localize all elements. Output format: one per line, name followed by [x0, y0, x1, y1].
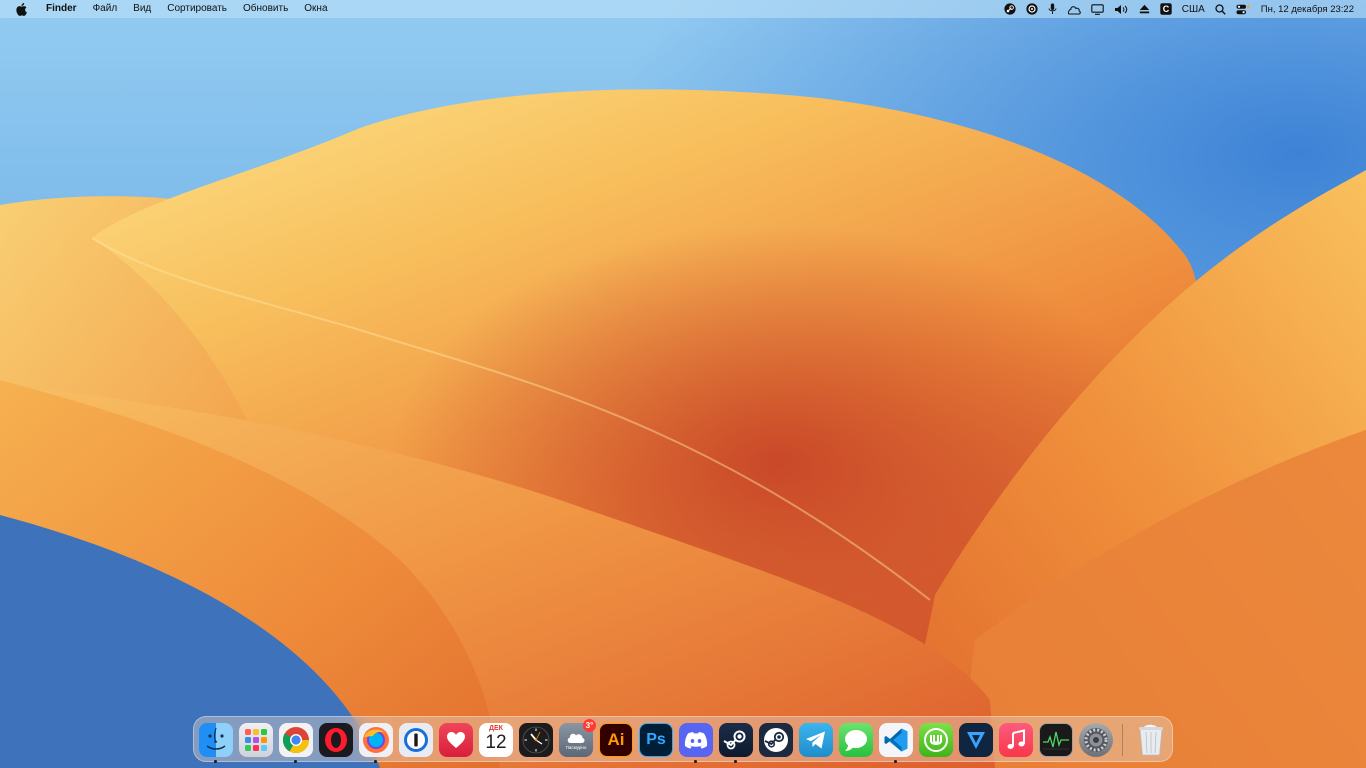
clock-icon	[519, 723, 553, 757]
dock: ДЕК 12 Пасмурно 3° Ai Ps	[193, 716, 1173, 763]
photoshop-icon: Ps	[639, 723, 673, 757]
microphone-icon[interactable]	[1048, 0, 1057, 18]
dock-item-chrome[interactable]	[279, 723, 313, 763]
music-icon	[999, 723, 1033, 757]
control-center-icon[interactable]	[1236, 0, 1250, 18]
dock-item-weather[interactable]: Пасмурно 3°	[559, 719, 596, 757]
dock-item-utorrent[interactable]	[919, 723, 953, 757]
trash-icon	[1134, 723, 1168, 757]
heart-icon	[439, 723, 473, 757]
keyboard-layout-icon[interactable]: C	[1160, 0, 1172, 18]
volume-icon[interactable]	[1114, 0, 1129, 18]
running-indicator	[694, 760, 697, 763]
discord-icon	[679, 723, 713, 757]
running-indicator	[734, 760, 737, 763]
dock-item-steam-link[interactable]	[759, 723, 793, 757]
vscode-icon	[879, 723, 913, 757]
menu-app-finder[interactable]: Finder	[38, 0, 85, 18]
svg-text:C: C	[1162, 4, 1169, 14]
dock-item-messages[interactable]	[839, 723, 873, 757]
dock-item-opera[interactable]	[319, 723, 353, 757]
input-source-label[interactable]: США	[1182, 4, 1205, 15]
dock-item-activity-monitor[interactable]	[1039, 723, 1073, 757]
settings-icon	[1079, 723, 1113, 757]
steam-link-icon	[759, 723, 793, 757]
dock-item-photoshop[interactable]: Ps	[639, 723, 673, 757]
weather-label: Пасмурно	[565, 744, 587, 750]
cloud-drive-icon[interactable]	[1067, 0, 1081, 18]
menu-window[interactable]: Окна	[296, 0, 335, 18]
dock-item-vscode[interactable]	[879, 723, 913, 763]
opera-icon	[319, 723, 353, 757]
dock-item-clock[interactable]	[519, 723, 553, 757]
utorrent-icon	[919, 723, 953, 757]
menu-sort[interactable]: Сортировать	[159, 0, 235, 18]
dock-item-telegram[interactable]	[799, 723, 833, 757]
running-indicator	[374, 760, 377, 763]
dock-item-vpn[interactable]	[959, 723, 993, 757]
photoshop-label: Ps	[646, 731, 666, 748]
menu-bar: Finder Файл Вид Сортировать Обновить Окн…	[0, 0, 1366, 18]
illustrator-label: Ai	[607, 730, 625, 749]
telegram-icon	[799, 723, 833, 757]
menu-bar-clock[interactable]: Пн, 12 декабря 23:22	[1261, 4, 1354, 15]
apple-menu-icon[interactable]	[14, 2, 28, 16]
eject-icon[interactable]	[1139, 0, 1150, 18]
chatgpt-icon[interactable]	[1026, 0, 1038, 18]
dock-item-calendar[interactable]: ДЕК 12	[479, 723, 513, 757]
dock-item-illustrator[interactable]: Ai	[599, 723, 633, 757]
messages-icon	[839, 723, 873, 757]
calendar-day: 12	[485, 732, 507, 753]
illustrator-icon: Ai	[599, 723, 633, 757]
weather-badge: 3°	[583, 719, 596, 732]
finder-icon	[199, 723, 233, 757]
steam-icon[interactable]	[1004, 0, 1016, 18]
menu-bar-left: Finder Файл Вид Сортировать Обновить Окн…	[0, 0, 336, 18]
steam-icon	[719, 723, 753, 757]
dock-item-finder[interactable]	[199, 723, 233, 763]
vpn-icon	[959, 723, 993, 757]
menu-file[interactable]: Файл	[85, 0, 126, 18]
firefox-icon	[359, 723, 393, 757]
running-indicator	[894, 760, 897, 763]
dock-item-firefox[interactable]	[359, 723, 393, 763]
display-icon[interactable]	[1090, 0, 1104, 18]
dock-separator	[1122, 724, 1123, 756]
running-indicator	[214, 760, 217, 763]
dock-item-system-settings[interactable]	[1079, 723, 1113, 757]
dock-item-discord[interactable]	[679, 723, 713, 763]
menu-view[interactable]: Вид	[125, 0, 159, 18]
menu-refresh[interactable]: Обновить	[235, 0, 296, 18]
dock-item-trash[interactable]	[1134, 723, 1168, 757]
chrome-icon	[279, 723, 313, 757]
dock-item-steam[interactable]	[719, 723, 753, 763]
activity-monitor-icon	[1039, 723, 1073, 757]
desktop-wallpaper	[0, 0, 1366, 768]
dock-item-health[interactable]	[439, 723, 473, 757]
search-icon[interactable]	[1215, 0, 1226, 18]
calendar-icon: ДЕК 12	[479, 723, 513, 757]
running-indicator	[294, 760, 297, 763]
launchpad-icon	[239, 723, 273, 757]
1password-icon	[399, 723, 433, 757]
menu-bar-status: C США Пн, 12 декабря 23:22	[999, 0, 1366, 18]
dock-item-1password[interactable]	[399, 723, 433, 757]
dock-item-music[interactable]	[999, 723, 1033, 757]
dock-item-launchpad[interactable]	[239, 723, 273, 757]
